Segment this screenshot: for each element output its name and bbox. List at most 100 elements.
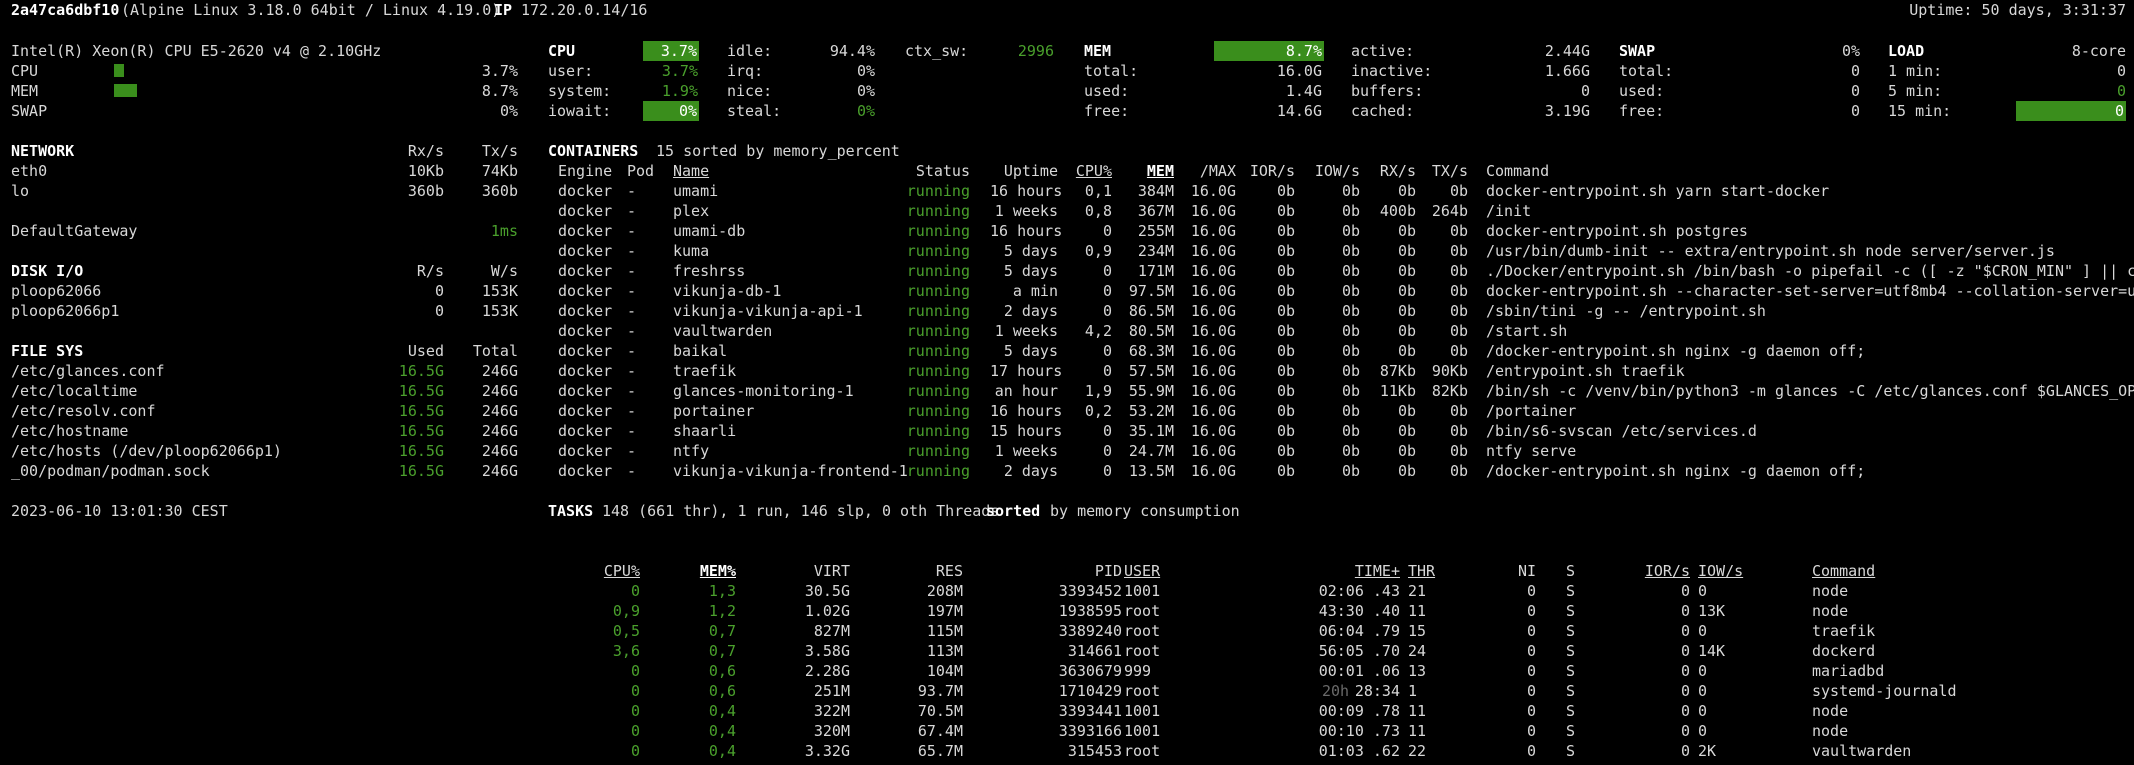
cpu-nice-label: nice: bbox=[727, 82, 773, 100]
process-column-header: MEM% bbox=[699, 562, 736, 580]
process-cpu: 3,6 bbox=[612, 642, 640, 660]
container-cell: 264b bbox=[1431, 202, 1468, 220]
process-thr: 11 bbox=[1408, 602, 1427, 620]
container-cell: 35.1M bbox=[1128, 422, 1174, 440]
container-cell: 367M bbox=[1137, 202, 1174, 220]
container-cell: 5 days bbox=[1003, 242, 1058, 260]
process-ior: 0 bbox=[1680, 702, 1690, 720]
network-rx-value: 360b bbox=[407, 182, 444, 200]
process-ni: 0 bbox=[1526, 582, 1536, 600]
mem-buffers-value: 0 bbox=[1580, 82, 1590, 100]
mem-title: MEM bbox=[1084, 42, 1112, 60]
container-cell: running bbox=[906, 382, 970, 400]
container-cell: 5 days bbox=[1003, 262, 1058, 280]
container-cell: running bbox=[906, 282, 970, 300]
swap-title: SWAP bbox=[1619, 42, 1656, 60]
process-pid: 3389240 bbox=[1058, 622, 1122, 640]
container-cell: baikal bbox=[673, 342, 728, 360]
process-s: S bbox=[1566, 622, 1576, 640]
process-time: 01:03 .62 bbox=[1318, 742, 1400, 760]
process-pid: 3393441 bbox=[1058, 702, 1122, 720]
container-cell: docker-entrypoint.sh postgres bbox=[1486, 222, 1748, 240]
process-cpu: 0 bbox=[630, 662, 640, 680]
load-cores: 8-core bbox=[2071, 42, 2126, 60]
container-cell: docker bbox=[558, 282, 613, 300]
container-cell: 0b bbox=[1341, 422, 1360, 440]
process-iow: 14K bbox=[1698, 642, 1726, 660]
container-cell: 4,2 bbox=[1084, 322, 1112, 340]
container-cell: 400b bbox=[1379, 202, 1416, 220]
process-virt: 3.32G bbox=[804, 742, 850, 760]
container-cell: 17 hours bbox=[990, 362, 1063, 380]
process-user: 1001 bbox=[1124, 582, 1161, 600]
quicklook-cpu-value: 3.7% bbox=[481, 62, 518, 80]
process-ior: 0 bbox=[1680, 682, 1690, 700]
container-cell: 16.0G bbox=[1190, 322, 1236, 340]
container-cell: 0b bbox=[1397, 342, 1416, 360]
process-mem: 0,6 bbox=[708, 682, 736, 700]
container-cell: 0 bbox=[1102, 462, 1112, 480]
diskio-write-header: W/s bbox=[490, 262, 518, 280]
process-column-header: IOR/s bbox=[1644, 562, 1690, 580]
ip-address: 172.20.0.14/16 bbox=[521, 1, 648, 19]
container-cell: 0b bbox=[1449, 342, 1468, 360]
process-column-header: THR bbox=[1408, 562, 1436, 580]
network-tx-header: Tx/s bbox=[481, 142, 518, 160]
container-cell: running bbox=[906, 442, 970, 460]
container-cell: plex bbox=[673, 202, 710, 220]
process-iow: 0 bbox=[1698, 582, 1708, 600]
container-cell: 16.0G bbox=[1190, 442, 1236, 460]
process-cmd: node bbox=[1812, 702, 1849, 720]
containers-subtitle: 15 sorted by memory_percent bbox=[656, 142, 900, 160]
container-cell: running bbox=[906, 342, 970, 360]
container-cell: kuma bbox=[673, 242, 710, 260]
disk-name: ploop62066 bbox=[11, 282, 102, 300]
filesys-total: 246G bbox=[481, 362, 518, 380]
container-cell: running bbox=[906, 362, 970, 380]
process-res: 113M bbox=[926, 642, 963, 660]
container-cell: 0,2 bbox=[1084, 402, 1112, 420]
filesys-used: 16.5G bbox=[398, 402, 444, 420]
network-tx-value: 360b bbox=[481, 182, 518, 200]
container-cell: 0 bbox=[1102, 442, 1112, 460]
container-cell: 0b bbox=[1397, 402, 1416, 420]
process-user: 1001 bbox=[1124, 702, 1161, 720]
filesys-mount: /etc/hostname bbox=[11, 422, 129, 440]
process-user: root bbox=[1124, 742, 1161, 760]
filesys-mount: /etc/resolv.conf bbox=[11, 402, 156, 420]
mem-buffers-label: buffers: bbox=[1351, 82, 1424, 100]
container-cell: docker-entrypoint.sh yarn start-docker bbox=[1486, 182, 1830, 200]
load-15min-label: 15 min: bbox=[1888, 102, 1952, 120]
container-cell: docker bbox=[558, 442, 613, 460]
network-title: NETWORK bbox=[11, 142, 75, 160]
process-ni: 0 bbox=[1526, 662, 1536, 680]
process-ior: 0 bbox=[1680, 742, 1690, 760]
process-mem: 0,4 bbox=[708, 742, 736, 760]
container-cell: - bbox=[627, 382, 637, 400]
filesys-mount: _00/podman/podman.sock bbox=[11, 462, 210, 480]
container-cell: - bbox=[627, 342, 637, 360]
mem-total-label: total: bbox=[1084, 62, 1139, 80]
container-cell: 0b bbox=[1449, 462, 1468, 480]
process-virt: 827M bbox=[813, 622, 850, 640]
process-time: 02:06 .43 bbox=[1318, 582, 1400, 600]
filesys-used: 16.5G bbox=[398, 382, 444, 400]
container-cell: 16.0G bbox=[1190, 262, 1236, 280]
process-cpu: 0 bbox=[630, 722, 640, 740]
container-cell: docker bbox=[558, 202, 613, 220]
process-virt: 30.5G bbox=[804, 582, 850, 600]
network-tx-value: 74Kb bbox=[481, 162, 518, 180]
process-pid: 1938595 bbox=[1058, 602, 1122, 620]
container-cell: 0b bbox=[1276, 262, 1295, 280]
process-res: 65.7M bbox=[917, 742, 963, 760]
mem-used-value: 1.4G bbox=[1285, 82, 1322, 100]
cpu-iowait-label: iowait: bbox=[548, 102, 612, 120]
container-cell: ntfy bbox=[673, 442, 710, 460]
tasks-summary: 148 (661 thr), 1 run, 146 slp, 0 oth Thr… bbox=[602, 502, 1000, 520]
container-cell: 0b bbox=[1276, 242, 1295, 260]
container-cell: traefik bbox=[673, 362, 737, 380]
container-cell: - bbox=[627, 282, 637, 300]
container-cell: 0b bbox=[1276, 322, 1295, 340]
process-s: S bbox=[1566, 642, 1576, 660]
container-cell: 16.0G bbox=[1190, 222, 1236, 240]
